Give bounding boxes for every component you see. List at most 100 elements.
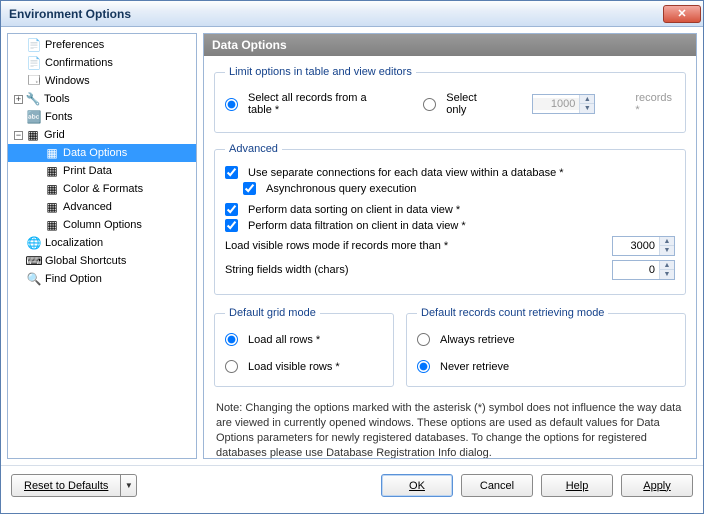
string-width-value[interactable]: [613, 264, 659, 276]
select-only-radio[interactable]: Select only: [423, 92, 492, 116]
tree-item-grid[interactable]: −▦Grid: [8, 126, 196, 144]
tree-node-icon: ▦: [25, 127, 41, 143]
never-retrieve-radio[interactable]: Never retrieve: [417, 360, 675, 373]
filter-client-check[interactable]: Perform data filtration on client in dat…: [225, 219, 675, 232]
separate-conn-check[interactable]: Use separate connections for each data v…: [225, 166, 675, 179]
tree-node-icon: 🔤: [26, 109, 42, 125]
retrieve-mode-legend: Default records count retrieving mode: [417, 307, 608, 319]
tree-item-tools[interactable]: +🔧Tools: [8, 90, 196, 108]
tree-item-label: Tools: [44, 93, 70, 105]
load-visible-value[interactable]: [613, 240, 659, 252]
chevron-down-icon: ▼: [125, 481, 133, 490]
close-button[interactable]: ✕: [663, 5, 701, 23]
string-width-label: String fields width (chars): [225, 264, 349, 276]
load-visible-value-box[interactable]: ▲▼: [612, 236, 675, 256]
async-query-check[interactable]: Asynchronous query execution: [243, 182, 675, 195]
tree-item-confirmations[interactable]: 📄Confirmations: [8, 54, 196, 72]
grid-mode-legend: Default grid mode: [225, 307, 320, 319]
tree-node-icon: ▦: [44, 217, 60, 233]
tree-item-find-option[interactable]: 🔍Find Option: [8, 270, 196, 288]
tree-item-label: Advanced: [63, 201, 112, 213]
tree-node-icon: 📄: [26, 37, 42, 53]
nav-tree[interactable]: 📄Preferences📄Confirmations🗔Windows+🔧Tool…: [7, 33, 197, 459]
spin-up-icon: ▲: [580, 95, 594, 104]
async-query-input[interactable]: [243, 182, 256, 195]
tree-item-label: Column Options: [63, 219, 142, 231]
tree-node-icon: 🔍: [26, 271, 42, 287]
select-only-value: [533, 98, 579, 110]
select-only-label: Select only: [446, 92, 492, 116]
tree-node-icon: ▦: [44, 199, 60, 215]
load-visible-label: Load visible rows mode if records more t…: [225, 240, 448, 252]
sort-client-input[interactable]: [225, 203, 238, 216]
tree-item-fonts[interactable]: 🔤Fonts: [8, 108, 196, 126]
tree-item-label: Data Options: [63, 147, 127, 159]
always-retrieve-radio[interactable]: Always retrieve: [417, 333, 675, 346]
tree-item-label: Confirmations: [45, 57, 113, 69]
ok-button[interactable]: OK: [381, 474, 453, 497]
tree-node-icon: 🌐: [26, 235, 42, 251]
string-width-value-box[interactable]: ▲▼: [612, 260, 675, 280]
expand-icon[interactable]: +: [14, 95, 23, 104]
collapse-icon[interactable]: −: [14, 131, 23, 140]
tree-item-label: Global Shortcuts: [45, 255, 126, 267]
filter-client-input[interactable]: [225, 219, 238, 232]
select-all-radio[interactable]: Select all records from a table *: [225, 92, 383, 116]
tree-node-icon: 🗔: [26, 73, 42, 89]
window-title: Environment Options: [9, 7, 131, 21]
spin-up-icon[interactable]: ▲: [660, 261, 674, 270]
load-visible-radio[interactable]: Load visible rows *: [225, 360, 383, 373]
tree-item-label: Color & Formats: [63, 183, 143, 195]
reset-button[interactable]: Reset to Defaults: [11, 474, 121, 497]
tree-item-print-data[interactable]: ▦Print Data: [8, 162, 196, 180]
tree-node-icon: ▦: [44, 145, 60, 161]
separate-conn-input[interactable]: [225, 166, 238, 179]
select-only-value-box: ▲▼: [532, 94, 595, 114]
limit-group: Limit options in table and view editors …: [214, 66, 686, 133]
spin-down-icon[interactable]: ▼: [660, 246, 674, 255]
spin-down-icon[interactable]: ▼: [660, 270, 674, 279]
tree-item-preferences[interactable]: 📄Preferences: [8, 36, 196, 54]
tree-item-data-options[interactable]: ▦Data Options: [8, 144, 196, 162]
apply-button[interactable]: Apply: [621, 474, 693, 497]
tree-item-label: Print Data: [63, 165, 112, 177]
reset-dropdown[interactable]: ▼: [121, 474, 137, 497]
tree-node-icon: ▦: [44, 181, 60, 197]
close-icon: ✕: [677, 7, 686, 20]
grid-mode-group: Default grid mode Load all rows * Load v…: [214, 307, 394, 387]
tree-item-label: Localization: [45, 237, 103, 249]
title-bar: Environment Options ✕: [1, 1, 703, 27]
tree-node-icon: ▦: [44, 163, 60, 179]
tree-item-label: Fonts: [45, 111, 73, 123]
cancel-button[interactable]: Cancel: [461, 474, 533, 497]
tree-item-column-options[interactable]: ▦Column Options: [8, 216, 196, 234]
select-all-input[interactable]: [225, 98, 238, 111]
advanced-legend: Advanced: [225, 143, 282, 155]
panel-title: Data Options: [204, 34, 696, 56]
help-button[interactable]: Help: [541, 474, 613, 497]
advanced-group: Advanced Use separate connections for ea…: [214, 143, 686, 295]
tree-item-label: Preferences: [45, 39, 104, 51]
load-all-radio[interactable]: Load all rows *: [225, 333, 383, 346]
select-all-label: Select all records from a table *: [248, 92, 383, 116]
tree-node-icon: 📄: [26, 55, 42, 71]
footnote: Note: Changing the options marked with t…: [214, 397, 686, 458]
tree-node-icon: 🔧: [25, 91, 41, 107]
tree-item-label: Grid: [44, 129, 65, 141]
button-bar: Reset to Defaults ▼ OK Cancel Help Apply: [1, 465, 703, 505]
records-suffix: records *: [635, 92, 675, 116]
tree-item-label: Windows: [45, 75, 90, 87]
spin-up-icon[interactable]: ▲: [660, 237, 674, 246]
tree-item-windows[interactable]: 🗔Windows: [8, 72, 196, 90]
options-panel: Data Options Limit options in table and …: [203, 33, 697, 459]
sort-client-check[interactable]: Perform data sorting on client in data v…: [225, 203, 675, 216]
limit-legend: Limit options in table and view editors: [225, 66, 416, 78]
tree-node-icon: ⌨: [26, 253, 42, 269]
tree-item-label: Find Option: [45, 273, 102, 285]
tree-item-global-shortcuts[interactable]: ⌨Global Shortcuts: [8, 252, 196, 270]
tree-item-localization[interactable]: 🌐Localization: [8, 234, 196, 252]
retrieve-mode-group: Default records count retrieving mode Al…: [406, 307, 686, 387]
tree-item-advanced[interactable]: ▦Advanced: [8, 198, 196, 216]
select-only-input[interactable]: [423, 98, 436, 111]
tree-item-color-formats[interactable]: ▦Color & Formats: [8, 180, 196, 198]
